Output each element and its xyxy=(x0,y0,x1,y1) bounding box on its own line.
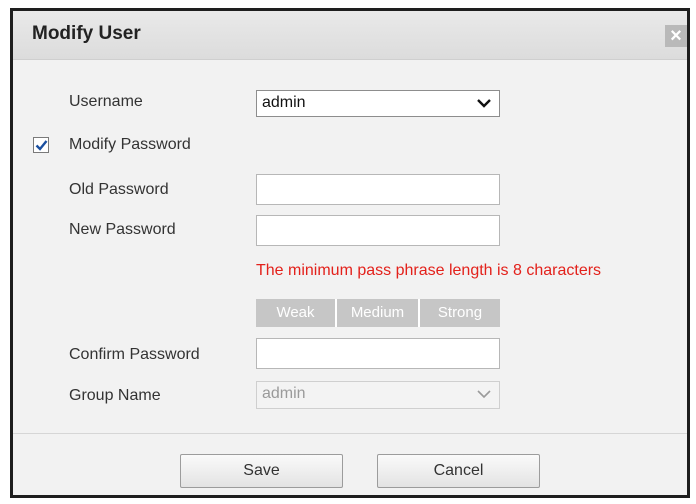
group-name-select-value: admin xyxy=(262,385,306,402)
close-button[interactable]: × xyxy=(665,25,687,47)
password-length-hint: The minimum pass phrase length is 8 char… xyxy=(256,262,602,279)
save-button[interactable]: Save xyxy=(180,454,343,488)
group-name-select: admin xyxy=(256,381,500,409)
username-select-value: admin xyxy=(262,94,306,111)
checkmark-icon xyxy=(35,140,48,151)
modify-password-checkbox[interactable] xyxy=(33,137,49,153)
dialog-titlebar: Modify User × xyxy=(13,11,687,60)
password-strength-meter: Weak Medium Strong xyxy=(256,299,500,327)
group-name-label: Group Name xyxy=(69,387,161,404)
strength-medium: Medium xyxy=(335,299,418,327)
close-icon: × xyxy=(670,25,682,47)
new-password-label: New Password xyxy=(69,221,176,238)
footer-divider xyxy=(13,433,687,434)
old-password-field[interactable] xyxy=(256,174,500,205)
username-label: Username xyxy=(69,93,143,110)
username-select[interactable]: admin xyxy=(256,90,500,117)
cancel-button[interactable]: Cancel xyxy=(377,454,540,488)
chevron-down-icon xyxy=(477,390,491,399)
chevron-down-icon xyxy=(477,99,491,108)
confirm-password-field[interactable] xyxy=(256,338,500,369)
modify-user-dialog: Modify User × Username admin Modify Pass… xyxy=(10,8,690,498)
strength-strong: Strong xyxy=(418,299,500,327)
new-password-field[interactable] xyxy=(256,215,500,246)
modify-password-label: Modify Password xyxy=(69,136,191,153)
strength-weak: Weak xyxy=(256,299,335,327)
old-password-label: Old Password xyxy=(69,181,169,198)
dialog-title: Modify User xyxy=(32,23,141,44)
confirm-password-label: Confirm Password xyxy=(69,346,200,363)
